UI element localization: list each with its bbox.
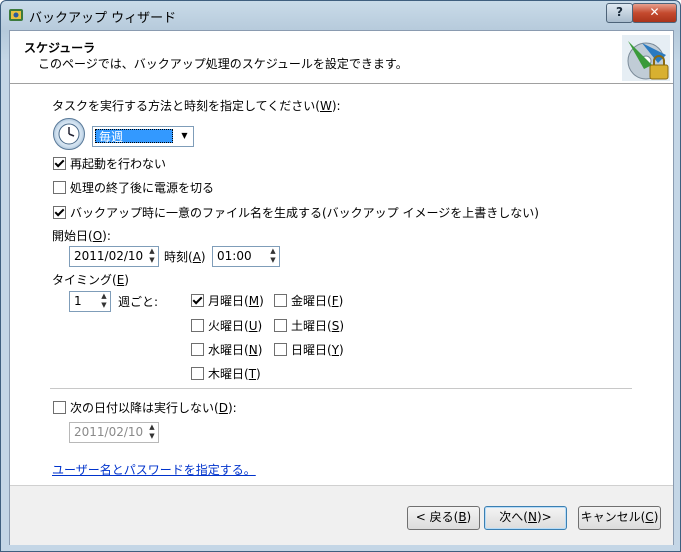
wizard-window: バックアップ ウィザード ? ✕ スケジューラ このページでは、バックアップ処理… <box>0 0 681 552</box>
weeks-interval-value: 1 <box>74 294 82 308</box>
page-title: スケジューラ <box>24 41 96 55</box>
start-time-spinner[interactable]: ▲ ▼ <box>267 247 279 266</box>
back-button[interactable]: < 戻る(B) <box>407 506 480 530</box>
cancel-button[interactable]: キャンセル(C) <box>578 506 661 530</box>
start-time-field[interactable]: 01:00 ▲ ▼ <box>212 246 280 267</box>
wizard-page: スケジューラ このページでは、バックアップ処理のスケジュールを設定できます。 タ… <box>9 30 674 545</box>
start-date-field[interactable]: 2011/02/10 ▲ ▼ <box>69 246 159 267</box>
thursday-checkbox[interactable] <box>191 367 204 380</box>
next-button[interactable]: 次へ(N)> <box>484 506 567 530</box>
shutdown-after-label: 処理の終了後に電源を切る <box>70 181 215 195</box>
friday-label: 金曜日(F) <box>291 294 344 308</box>
spin-up-icon[interactable]: ▲ <box>146 247 158 256</box>
wednesday-label: 水曜日(N) <box>208 343 263 357</box>
close-button[interactable]: ✕ <box>632 3 677 23</box>
task-label: タスクを実行する方法と時刻を指定してください(W): <box>52 99 341 113</box>
backup-app-icon <box>9 9 23 21</box>
spin-up-icon[interactable]: ▲ <box>146 423 158 432</box>
wednesday-checkbox[interactable] <box>191 343 204 356</box>
tuesday-checkbox[interactable] <box>191 319 204 332</box>
monday-checkbox[interactable] <box>191 294 204 307</box>
credentials-link[interactable]: ユーザー名とパスワードを指定する。 <box>52 461 256 478</box>
end-date-spinner[interactable]: ▲ ▼ <box>146 423 158 442</box>
spin-down-icon[interactable]: ▼ <box>267 256 279 265</box>
title-bar[interactable]: バックアップ ウィザード ? ✕ <box>1 1 680 29</box>
frequency-select[interactable]: 毎週 ▼ <box>92 126 194 147</box>
frequency-value: 毎週 <box>95 129 173 144</box>
spin-up-icon[interactable]: ▲ <box>98 292 110 301</box>
monday-label: 月曜日(M) <box>208 294 264 308</box>
weeks-spinner[interactable]: ▲ ▼ <box>98 292 110 311</box>
no-restart-checkbox[interactable] <box>53 157 66 170</box>
start-date-spinner[interactable]: ▲ ▼ <box>146 247 158 266</box>
window-title: バックアップ ウィザード <box>29 11 177 26</box>
page-header: スケジューラ このページでは、バックアップ処理のスケジュールを設定できます。 <box>10 31 673 84</box>
spin-down-icon[interactable]: ▼ <box>98 301 110 310</box>
chevron-down-icon[interactable]: ▼ <box>177 128 192 144</box>
clock-icon <box>53 118 85 150</box>
tuesday-label: 火曜日(U) <box>208 319 263 333</box>
spin-down-icon[interactable]: ▼ <box>146 432 158 441</box>
page-subtitle: このページでは、バックアップ処理のスケジュールを設定できます。 <box>38 57 408 71</box>
button-bar: < 戻る(B) 次へ(N)> キャンセル(C) <box>10 485 673 545</box>
friday-checkbox[interactable] <box>274 294 287 307</box>
spin-up-icon[interactable]: ▲ <box>267 247 279 256</box>
start-date-value: 2011/02/10 <box>74 249 144 263</box>
start-date-label: 開始日(O): <box>52 229 111 243</box>
end-date-checkbox[interactable] <box>53 401 66 414</box>
unique-name-label: バックアップ時に一意のファイル名を生成する(バックアップ イメージを上書きしない… <box>70 206 539 220</box>
saturday-checkbox[interactable] <box>274 319 287 332</box>
timing-label: タイミング(E) <box>52 273 129 287</box>
shutdown-after-checkbox[interactable] <box>53 181 66 194</box>
no-restart-label: 再起動を行わない <box>70 157 167 171</box>
end-date-label: 次の日付以降は実行しない(D): <box>70 401 237 415</box>
unique-name-checkbox[interactable] <box>53 206 66 219</box>
sunday-label: 日曜日(Y) <box>291 343 344 357</box>
separator <box>50 388 632 389</box>
backup-banner-icon <box>622 35 670 81</box>
spin-down-icon[interactable]: ▼ <box>146 256 158 265</box>
end-date-field[interactable]: 2011/02/10 ▲ ▼ <box>69 422 159 443</box>
saturday-label: 土曜日(S) <box>291 319 345 333</box>
every-weeks-label: 週ごと: <box>118 295 159 309</box>
thursday-label: 木曜日(T) <box>208 367 261 381</box>
start-time-label: 時刻(A) <box>164 250 206 264</box>
sunday-checkbox[interactable] <box>274 343 287 356</box>
end-date-value: 2011/02/10 <box>74 425 144 439</box>
help-button[interactable]: ? <box>606 3 633 23</box>
weeks-interval-field[interactable]: 1 ▲ ▼ <box>69 291 111 312</box>
start-time-value: 01:00 <box>217 249 252 263</box>
